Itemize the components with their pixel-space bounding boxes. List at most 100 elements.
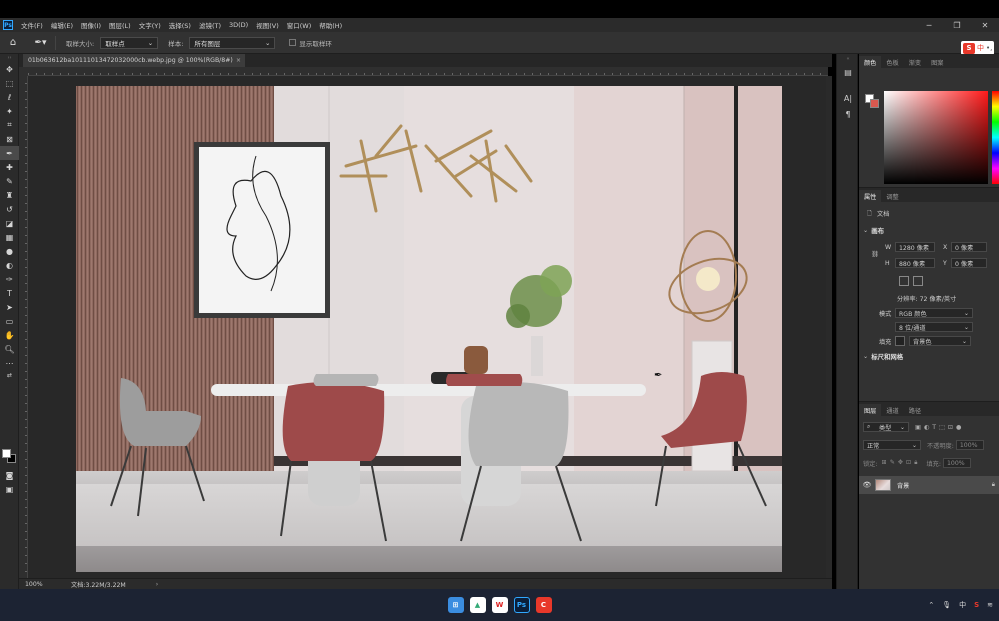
gradient-tool-icon[interactable]: ▦ bbox=[0, 230, 19, 244]
tab-paths[interactable]: 路径 bbox=[904, 404, 926, 416]
height-field[interactable]: 880 像素 bbox=[895, 258, 935, 268]
photoshop-taskbar-icon[interactable]: Ps bbox=[513, 597, 530, 613]
zoom-level[interactable]: 100% bbox=[19, 581, 59, 588]
path-selection-tool-icon[interactable]: ➤ bbox=[0, 300, 19, 314]
menu-view[interactable]: 视图(V) bbox=[252, 20, 283, 30]
horizontal-ruler[interactable] bbox=[28, 67, 828, 76]
layer-row-background[interactable]: 👁︎ 背景 🔒︎ bbox=[859, 476, 999, 494]
y-field[interactable]: 0 像素 bbox=[951, 258, 987, 268]
lasso-tool-icon[interactable]: ℓ bbox=[0, 90, 19, 104]
panel-background-swatch[interactable] bbox=[870, 99, 879, 108]
link-dimensions-icon[interactable]: ⛓ bbox=[871, 250, 879, 258]
tab-gradients[interactable]: 渐变 bbox=[904, 56, 926, 68]
history-panel-icon[interactable]: ▤ bbox=[837, 64, 859, 80]
close-icon[interactable]: × bbox=[236, 57, 241, 64]
photos-app-icon[interactable]: ▲ bbox=[469, 597, 486, 613]
filter-icons[interactable]: ▣◐T⬚⊡● bbox=[915, 424, 964, 431]
rectangle-tool-icon[interactable]: ▭ bbox=[0, 314, 19, 328]
magic-wand-tool-icon[interactable]: ✦ bbox=[0, 104, 19, 118]
tab-layers[interactable]: 图层 bbox=[859, 404, 882, 416]
chevron-down-icon[interactable]: ⌄ bbox=[863, 227, 868, 234]
menu-layer[interactable]: 图层(L) bbox=[105, 20, 135, 30]
visibility-eye-icon[interactable]: 👁︎ bbox=[859, 481, 875, 489]
sogou-tray-icon[interactable]: S bbox=[974, 601, 979, 609]
frame-tool-icon[interactable]: ⊠ bbox=[0, 132, 19, 146]
menu-type[interactable]: 文字(Y) bbox=[135, 20, 165, 30]
menu-file[interactable]: 文件(F) bbox=[17, 20, 47, 30]
move-tool-icon[interactable]: ✥ bbox=[0, 62, 19, 76]
lock-icons[interactable]: ⊞✎✥⊡🔒︎ bbox=[881, 459, 920, 467]
menu-select[interactable]: 选择(S) bbox=[165, 20, 195, 30]
more-tools-icon[interactable]: ⋯ bbox=[0, 356, 19, 370]
zoom-tool-icon[interactable]: 🔍︎ bbox=[0, 342, 19, 356]
landscape-orientation-icon[interactable] bbox=[913, 276, 923, 286]
hue-slider[interactable] bbox=[992, 91, 999, 184]
mode-select[interactable]: RGB 颜色 ⌄ bbox=[895, 308, 973, 318]
eyedropper-tool-preset-icon[interactable]: ✒▾ bbox=[26, 35, 56, 50]
blur-tool-icon[interactable]: ● bbox=[0, 244, 19, 258]
type-tool-icon[interactable]: T bbox=[0, 286, 19, 300]
vertical-ruler[interactable] bbox=[19, 76, 28, 578]
menu-window[interactable]: 窗口(W) bbox=[283, 20, 316, 30]
opacity-field[interactable]: 100% bbox=[955, 440, 984, 450]
tab-adjustments[interactable]: 调整 bbox=[881, 190, 903, 202]
fill-color-swatch[interactable] bbox=[895, 336, 905, 346]
tab-properties[interactable]: 属性 bbox=[859, 190, 882, 202]
tab-swatches[interactable]: 色板 bbox=[881, 56, 903, 68]
tray-ime-label[interactable]: 中 bbox=[959, 600, 966, 610]
toolbox-grip-icon[interactable]: ›› bbox=[0, 54, 19, 62]
canvas-area[interactable]: ✒ bbox=[28, 76, 832, 578]
eraser-tool-icon[interactable]: ◪ bbox=[0, 216, 19, 230]
ruler-origin[interactable] bbox=[19, 67, 28, 76]
color-field[interactable] bbox=[884, 91, 988, 184]
screen-mode-icon[interactable]: ▣ bbox=[0, 482, 19, 496]
quick-mask-icon[interactable]: ◙ bbox=[0, 468, 19, 482]
width-field[interactable]: 1280 像素 bbox=[895, 242, 935, 252]
tray-chevron-up-icon[interactable]: ⌃ bbox=[928, 601, 934, 609]
menu-help[interactable]: 帮助(H) bbox=[315, 20, 346, 30]
fill-select[interactable]: 背景色 ⌄ bbox=[909, 336, 971, 346]
tab-channels[interactable]: 通道 bbox=[881, 404, 903, 416]
chevron-down-icon[interactable]: ⌄ bbox=[863, 353, 868, 360]
history-brush-tool-icon[interactable]: ↺ bbox=[0, 202, 19, 216]
brush-tool-icon[interactable]: ✎ bbox=[0, 174, 19, 188]
layer-kind-filter[interactable]: ⌕ 类型 ⌄ bbox=[863, 422, 909, 432]
ime-toolbar[interactable]: S 中 •, bbox=[961, 41, 995, 55]
eyedropper-tool-icon[interactable]: ✒ bbox=[0, 146, 19, 160]
menu-3d[interactable]: 3D(D) bbox=[225, 21, 252, 29]
sample-select[interactable]: 所有图层 ⌄ bbox=[189, 36, 276, 49]
chevron-right-icon[interactable]: › bbox=[156, 581, 158, 588]
document-image[interactable]: ✒ bbox=[28, 76, 832, 578]
marquee-tool-icon[interactable]: ⬚ bbox=[0, 76, 19, 90]
restore-icon[interactable]: ❐ bbox=[943, 18, 971, 32]
pen-tool-icon[interactable]: ✑ bbox=[0, 272, 19, 286]
home-icon[interactable]: ⌂ bbox=[0, 37, 26, 48]
blend-mode-select[interactable]: 正常 ⌄ bbox=[863, 440, 921, 450]
fill-percent-field[interactable]: 100% bbox=[942, 458, 971, 468]
character-panel-icon[interactable]: A| bbox=[837, 90, 859, 106]
healing-brush-tool-icon[interactable]: ✚ bbox=[0, 160, 19, 174]
hand-tool-icon[interactable]: ✋ bbox=[0, 328, 19, 342]
red-app-icon[interactable]: C bbox=[535, 597, 552, 613]
portrait-orientation-icon[interactable] bbox=[899, 276, 909, 286]
dodge-tool-icon[interactable]: ◐ bbox=[0, 258, 19, 272]
menu-filter[interactable]: 滤镜(T) bbox=[195, 20, 225, 30]
menu-edit[interactable]: 编辑(E) bbox=[47, 20, 77, 30]
clone-stamp-tool-icon[interactable]: ♜ bbox=[0, 188, 19, 202]
close-icon[interactable]: ✕ bbox=[971, 18, 999, 32]
foreground-color-swatch[interactable] bbox=[2, 449, 11, 458]
wifi-icon[interactable]: ≋ bbox=[987, 601, 993, 609]
dock-collapse-icon[interactable]: « bbox=[837, 54, 859, 64]
windows-start-icon[interactable]: ⊞ bbox=[447, 597, 464, 613]
sample-size-select[interactable]: 取样点 ⌄ bbox=[100, 36, 159, 49]
swap-colors-icon[interactable]: ⇄ bbox=[0, 370, 19, 380]
paragraph-panel-icon[interactable]: ¶ bbox=[837, 106, 859, 122]
document-tab[interactable]: 01b063612ba10111013472032000cb.webp.jpg … bbox=[23, 54, 245, 67]
tab-patterns[interactable]: 图案 bbox=[926, 56, 948, 68]
wps-app-icon[interactable]: W bbox=[491, 597, 508, 613]
menu-image[interactable]: 图像(I) bbox=[77, 20, 105, 30]
tab-color[interactable]: 颜色 bbox=[859, 56, 882, 68]
minimize-icon[interactable]: ─ bbox=[915, 18, 943, 32]
crop-tool-icon[interactable]: ⌗ bbox=[0, 118, 19, 132]
show-ring-checkbox[interactable] bbox=[289, 39, 297, 46]
